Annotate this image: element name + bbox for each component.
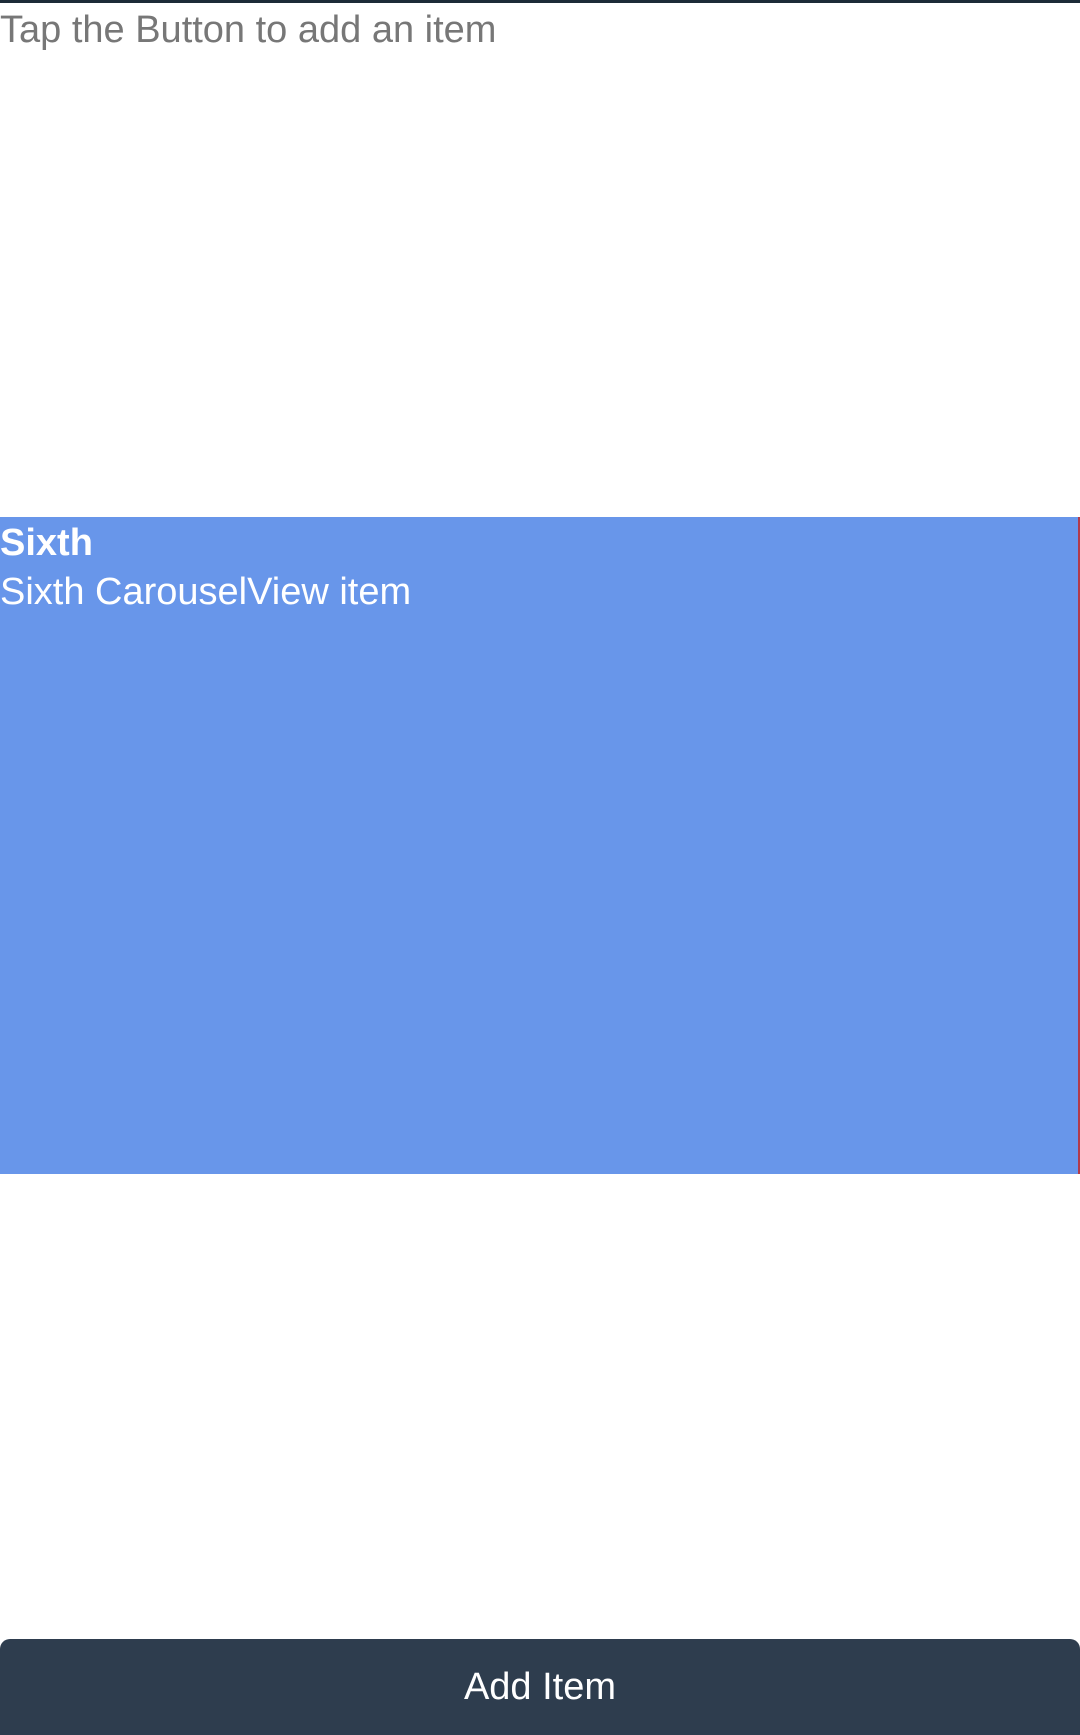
- add-item-button[interactable]: Add Item: [0, 1639, 1080, 1735]
- top-divider: [0, 0, 1080, 3]
- carousel-item-subtitle: Sixth CarouselView item: [0, 571, 412, 613]
- carousel-item[interactable]: Sixth Sixth CarouselView item: [0, 517, 1080, 1174]
- carousel-item-title: Sixth: [0, 522, 93, 564]
- instructions-label: Tap the Button to add an item: [0, 9, 497, 51]
- carousel-view[interactable]: Sixth Sixth CarouselView item: [0, 517, 1080, 1174]
